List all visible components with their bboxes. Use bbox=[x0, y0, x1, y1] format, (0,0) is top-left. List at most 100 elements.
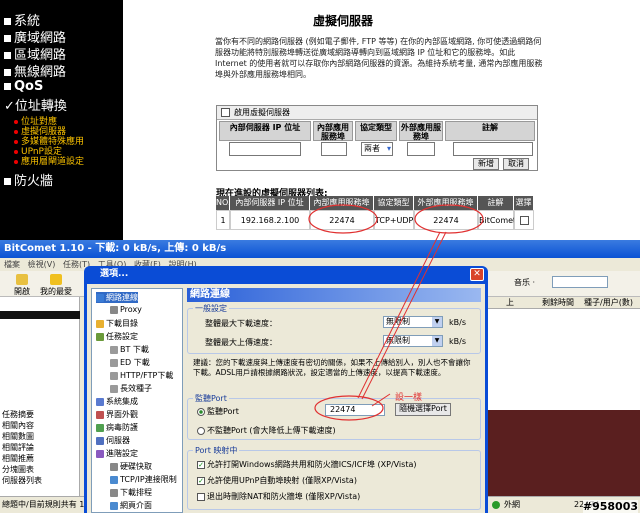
globe-icon bbox=[96, 293, 104, 302]
left-item[interactable]: 任務摘要 bbox=[2, 409, 34, 420]
max-down-value: 無限制 bbox=[386, 317, 410, 326]
menu-nat[interactable]: ✓位址轉換 bbox=[4, 95, 67, 114]
no-listen-radio[interactable]: 不監聽Port (會大降低上傳下載速度) bbox=[197, 425, 336, 436]
add-button[interactable]: 新增 bbox=[473, 158, 499, 170]
tree-item[interactable]: HTTP/FTP下載 bbox=[110, 370, 173, 381]
tree-item[interactable]: ED 下載 bbox=[110, 357, 150, 368]
tree-item[interactable]: 進階設定 bbox=[96, 448, 138, 459]
list-col-select: 選擇 bbox=[514, 196, 534, 210]
option-remove-on-exit[interactable]: 退出時刪除NAT和防火牆埠 (僅限XP/Vista) bbox=[197, 491, 360, 502]
http-icon bbox=[110, 371, 118, 380]
tree-item[interactable]: 下載目錄 bbox=[96, 318, 138, 329]
listen-port-input[interactable]: 22474 bbox=[325, 404, 385, 416]
tree-item[interactable]: 伺服器 bbox=[96, 435, 130, 446]
ed-icon bbox=[110, 358, 118, 367]
tree-item-label: HTTP/FTP下載 bbox=[120, 371, 174, 380]
tree-item[interactable]: 界面外觀 bbox=[96, 409, 138, 420]
cancel-button[interactable]: 取消 bbox=[503, 158, 529, 170]
left-item[interactable]: 相關內容 bbox=[2, 420, 34, 431]
tree-item[interactable]: BT 下載 bbox=[110, 344, 149, 355]
server-icon bbox=[96, 436, 104, 445]
listen-port-radio[interactable]: 監聽Port bbox=[197, 406, 239, 417]
left-item[interactable]: 相關數圖 bbox=[2, 431, 34, 442]
cell-protocol: TCP+UDP bbox=[374, 210, 414, 230]
menu-firewall[interactable]: 防火牆 bbox=[4, 170, 53, 189]
left-item[interactable]: 相關推薦 bbox=[2, 453, 34, 464]
ip-input[interactable] bbox=[229, 142, 301, 156]
menu-wireless[interactable]: 無線網路 bbox=[4, 61, 66, 80]
tree-item-label: 硬碟快取 bbox=[120, 462, 152, 471]
tree-item-label: 長效種子 bbox=[120, 384, 152, 393]
tree-item[interactable]: 硬碟快取 bbox=[110, 461, 152, 472]
menu-label: QoS bbox=[14, 79, 44, 94]
close-button[interactable]: ✕ bbox=[470, 268, 484, 281]
checkbox-unchecked bbox=[197, 492, 205, 501]
max-up-select[interactable]: 無限制 ▼ bbox=[383, 335, 443, 347]
tree-item-label: TCP/IP連接限制 bbox=[120, 475, 177, 484]
disk-icon bbox=[110, 462, 118, 471]
port-map-group-label: Port 映射中 bbox=[193, 445, 240, 456]
tree-item[interactable]: 系統集成 bbox=[96, 396, 138, 407]
favorites-label: 我的最愛 bbox=[40, 287, 72, 296]
options-tree: 網路連線 Proxy 下載目錄任務設定 BT 下載 ED 下載 HTTP/FTP下載 長效種… bbox=[91, 288, 183, 513]
search-input[interactable] bbox=[552, 276, 608, 288]
listen-group-label: 監聽Port bbox=[193, 393, 229, 404]
page-title: 虛擬伺服器 bbox=[313, 14, 374, 28]
menu-file[interactable]: 檔案 bbox=[4, 260, 20, 269]
radio-selected bbox=[197, 407, 205, 416]
left-item[interactable]: 相關評論 bbox=[2, 442, 34, 453]
max-up-value: 無限制 bbox=[386, 336, 410, 345]
menu-qos[interactable]: QoS bbox=[4, 79, 43, 94]
tree-item[interactable]: 網頁介面 bbox=[110, 500, 152, 511]
max-down-select[interactable]: 無限制 ▼ bbox=[383, 316, 443, 328]
tree-item[interactable]: 病毒防護 bbox=[96, 422, 138, 433]
external-port-input[interactable] bbox=[407, 142, 435, 156]
tree-item-label: 系統集成 bbox=[106, 397, 138, 406]
tree-item[interactable]: Proxy bbox=[110, 305, 142, 314]
tree-item[interactable]: 長效種子 bbox=[110, 383, 152, 394]
menu-label: 防火牆 bbox=[14, 174, 54, 189]
cell-comment: BitComet bbox=[478, 210, 516, 230]
option-windows-firewall[interactable]: ✓ 允許打開Windows網路共用和防火牆ICS/ICF埠 (XP/Vista) bbox=[197, 459, 417, 470]
tree-item-label: 伺服器 bbox=[106, 436, 130, 445]
system-icon bbox=[96, 397, 104, 406]
tree-item[interactable]: 網路連線 bbox=[96, 292, 138, 303]
menu-label: 位址轉換 bbox=[14, 99, 67, 114]
protocol-select[interactable]: 兩者 ▾ bbox=[361, 142, 393, 156]
menu-view[interactable]: 檢視(V) bbox=[28, 260, 56, 269]
row-select-checkbox[interactable] bbox=[519, 216, 529, 225]
favorites-button[interactable]: 我的最愛 bbox=[40, 274, 72, 297]
checkbox-checked: ✓ bbox=[197, 476, 205, 485]
open-button[interactable]: 開啟 bbox=[14, 274, 30, 297]
tree-item[interactable]: 下載排程 bbox=[110, 487, 152, 498]
dialog-body: 網路連線 Proxy 下載目錄任務設定 BT 下載 ED 下載 HTTP/FTP下載 長效種… bbox=[87, 284, 485, 513]
task-icon bbox=[96, 332, 104, 341]
random-port-button[interactable]: 隨機選擇Port bbox=[395, 403, 451, 416]
status-ok-icon bbox=[492, 501, 500, 509]
no-listen-label: 不監聽Port (會大降低上傳下載速度) bbox=[207, 426, 336, 435]
option-upnp[interactable]: ✓ 允許使用UPnP自動埠映射 (僅限XP/Vista) bbox=[197, 475, 357, 486]
col-remaining[interactable]: 剩餘時間 bbox=[542, 297, 574, 309]
bt-icon bbox=[110, 345, 118, 354]
search-category[interactable]: 音乐 · bbox=[514, 277, 535, 288]
tree-item[interactable]: TCP/IP連接限制 bbox=[110, 474, 177, 485]
col-ip: 內部伺服器 IP 位址 bbox=[219, 121, 311, 141]
router-sidebar: 系統 廣域網路 區域網路 無線網路 QoS ✓位址轉換 位址對應 虛擬伺服器 多… bbox=[0, 0, 123, 240]
comment-input[interactable] bbox=[453, 142, 533, 156]
submenu-alg[interactable]: 應用層閘道設定 bbox=[14, 154, 84, 167]
left-item[interactable]: 伺服器列表 bbox=[2, 475, 42, 486]
tree-item[interactable]: 任務設定 bbox=[96, 331, 138, 342]
protocol-value: 兩者 bbox=[364, 144, 380, 153]
network-icon bbox=[110, 475, 118, 484]
internal-port-input[interactable] bbox=[321, 142, 347, 156]
tree-item-label: 下載排程 bbox=[120, 488, 152, 497]
col-upload[interactable]: 上 bbox=[506, 297, 514, 309]
option-label: 允許打開Windows網路共用和防火牆ICS/ICF埠 (XP/Vista) bbox=[207, 460, 417, 469]
advert-image bbox=[486, 410, 640, 497]
enable-checkbox[interactable] bbox=[221, 108, 230, 117]
list-col-internal-port: 內部應用服務埠 bbox=[310, 196, 374, 210]
left-item[interactable]: 分塊圖表 bbox=[2, 464, 34, 475]
col-seeds[interactable]: 種子/用户(數) bbox=[584, 297, 633, 309]
tree-item-label: 病毒防護 bbox=[106, 423, 138, 432]
tree-item-label: 任務設定 bbox=[106, 332, 138, 341]
